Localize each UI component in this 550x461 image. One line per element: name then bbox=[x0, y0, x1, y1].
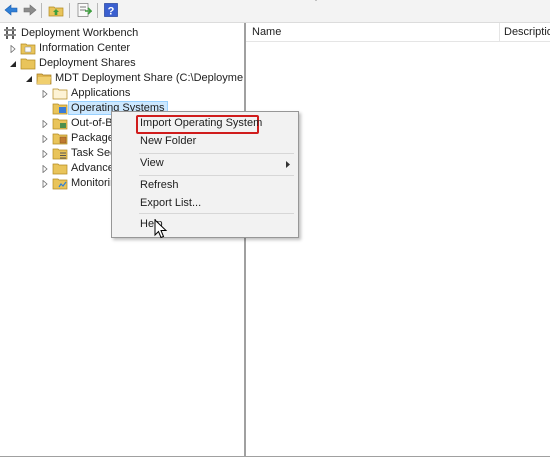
folder-icon bbox=[20, 56, 36, 70]
task-sequence-folder-icon bbox=[52, 146, 68, 160]
folder-icon bbox=[52, 86, 68, 100]
window-edge-mark bbox=[312, 0, 320, 1]
mouse-cursor-icon bbox=[154, 218, 168, 239]
expand-arrow-icon[interactable] bbox=[41, 134, 49, 144]
toolbar-separator bbox=[41, 3, 42, 18]
expand-arrow-icon[interactable] bbox=[9, 44, 17, 54]
tree-item-label: Monitorin bbox=[71, 177, 117, 189]
tree-item-label: Information Center bbox=[39, 42, 131, 54]
menu-separator bbox=[139, 175, 294, 176]
submenu-arrow-icon bbox=[286, 159, 290, 168]
menu-item-import-operating-system[interactable]: Import Operating System bbox=[140, 117, 262, 130]
tree-item-label: Out-of-B bbox=[71, 117, 113, 129]
menu-separator bbox=[139, 213, 294, 214]
expand-arrow-icon[interactable] bbox=[41, 149, 49, 159]
folder-icon bbox=[52, 161, 68, 175]
svg-text:?: ? bbox=[108, 6, 115, 18]
expand-arrow-icon[interactable] bbox=[41, 119, 49, 129]
column-header-name[interactable]: Name bbox=[252, 26, 281, 38]
tree-pane: Deployment Workbench Information Center … bbox=[0, 23, 245, 457]
tree-root-label: Deployment Workbench bbox=[21, 27, 139, 39]
toolbar: ? bbox=[0, 0, 550, 23]
expand-arrow-icon[interactable] bbox=[41, 179, 49, 189]
tree-item-label: Deployment Shares bbox=[39, 57, 136, 69]
tree-root[interactable]: Deployment Workbench bbox=[0, 25, 240, 41]
help-icon[interactable]: ? bbox=[103, 2, 119, 18]
menu-item-refresh[interactable]: Refresh bbox=[140, 179, 179, 192]
export-list-icon[interactable] bbox=[76, 2, 92, 18]
menu-item-new-folder[interactable]: New Folder bbox=[140, 135, 196, 148]
monitoring-folder-icon bbox=[52, 176, 68, 190]
context-menu: Import Operating System New Folder View … bbox=[111, 111, 299, 238]
collapse-arrow-icon[interactable] bbox=[9, 59, 17, 67]
menu-separator bbox=[139, 153, 294, 154]
back-arrow-icon[interactable] bbox=[3, 2, 19, 18]
os-folder-icon bbox=[52, 101, 68, 115]
tree-item-label: Applications bbox=[71, 87, 131, 99]
workbench-icon bbox=[3, 26, 19, 40]
expand-arrow-icon[interactable] bbox=[41, 164, 49, 174]
toolbar-separator bbox=[69, 3, 70, 18]
expand-arrow-icon[interactable] bbox=[41, 89, 49, 99]
tree-item-information-center[interactable]: Information Center bbox=[0, 40, 240, 56]
info-center-icon bbox=[20, 41, 36, 55]
up-folder-icon[interactable] bbox=[48, 2, 64, 18]
tree-item-label: MDT Deployment Share (C:\DeploymentS bbox=[55, 72, 243, 84]
toolbar-separator bbox=[97, 3, 98, 18]
packages-folder-icon bbox=[52, 131, 68, 145]
column-headers: Name Descriptio bbox=[246, 23, 550, 42]
forward-arrow-icon[interactable] bbox=[22, 2, 38, 18]
menu-item-export-list[interactable]: Export List... bbox=[140, 197, 201, 210]
tree-item-deployment-shares[interactable]: Deployment Shares bbox=[0, 55, 240, 71]
tree-item-applications[interactable]: Applications bbox=[0, 85, 240, 101]
list-pane: Name Descriptio bbox=[245, 23, 550, 457]
deployment-share-icon bbox=[36, 71, 52, 85]
collapse-arrow-icon[interactable] bbox=[25, 74, 33, 82]
column-divider[interactable] bbox=[499, 23, 500, 41]
menu-item-view[interactable]: View bbox=[140, 157, 164, 170]
column-header-description[interactable]: Descriptio bbox=[504, 26, 550, 38]
tree-item-mdt-deployment-share[interactable]: MDT Deployment Share (C:\DeploymentS bbox=[0, 70, 243, 86]
drivers-folder-icon bbox=[52, 116, 68, 130]
